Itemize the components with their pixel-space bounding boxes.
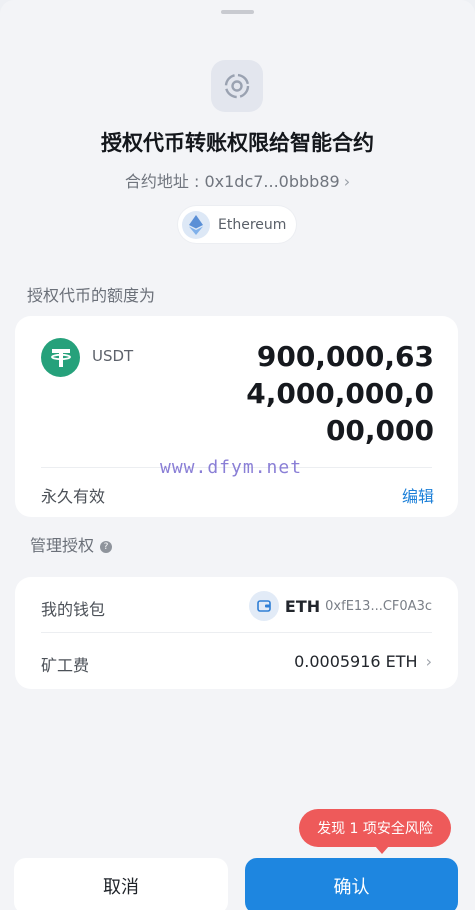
cancel-button[interactable]: 取消 bbox=[14, 858, 228, 910]
wallet-name: ETH bbox=[284, 596, 321, 616]
usdt-icon bbox=[41, 338, 80, 377]
drag-handle[interactable] bbox=[221, 10, 254, 14]
watermark: www.dfym.net bbox=[160, 457, 303, 478]
security-risk-badge[interactable]: 发现 1 项安全风险 bbox=[299, 809, 451, 847]
divider bbox=[41, 632, 432, 633]
wallet-selector[interactable]: ETH 0xfE13...CF0A3c bbox=[248, 591, 432, 621]
chevron-right-icon: › bbox=[343, 172, 351, 191]
fee-selector[interactable]: 0.0005916 ETH › bbox=[294, 652, 432, 671]
page-title: 授权代币转账权限给智能合约 bbox=[101, 131, 374, 155]
fee-value: 0.0005916 ETH bbox=[294, 652, 418, 671]
risk-badge-pointer bbox=[375, 846, 389, 854]
contract-address-text: 合约地址 : 0x1dc7...0bbb89 bbox=[124, 172, 340, 191]
approval-sheet: 授权代币转账权限给智能合约 合约地址 : 0x1dc7...0bbb89 › Et… bbox=[0, 0, 475, 910]
allowance-section-label: 授权代币的额度为 bbox=[27, 286, 156, 305]
token-symbol: USDT bbox=[92, 347, 134, 365]
allowance-amount: 900,000,634,000,000,000,000 bbox=[246, 340, 434, 447]
chain-badge: Ethereum bbox=[178, 206, 296, 243]
dapp-icon bbox=[211, 60, 263, 112]
manage-card: 我的钱包 ETH 0xfE13...CF0A3c 矿工费 0.0005916 E… bbox=[15, 577, 458, 689]
duration-label: 永久有效 bbox=[41, 487, 106, 506]
edit-button[interactable]: 编辑 bbox=[402, 483, 434, 507]
manage-section-text: 管理授权 bbox=[30, 536, 95, 555]
fee-label: 矿工费 bbox=[41, 656, 90, 675]
help-icon[interactable]: ? bbox=[100, 541, 113, 553]
contract-address[interactable]: 合约地址 : 0x1dc7...0bbb89 › bbox=[0, 168, 475, 192]
chain-name: Ethereum bbox=[218, 216, 287, 233]
wallet-label: 我的钱包 bbox=[41, 600, 106, 619]
wallet-address: 0xfE13...CF0A3c bbox=[325, 598, 432, 614]
allowance-card: USDT 900,000,634,000,000,000,000 永久有效 编辑 bbox=[15, 316, 458, 517]
confirm-button[interactable]: 确认 bbox=[245, 858, 458, 910]
chevron-right-icon: › bbox=[425, 652, 432, 671]
ethereum-icon bbox=[182, 210, 210, 239]
manage-section-label: 管理授权? bbox=[30, 532, 113, 556]
wallet-icon bbox=[248, 591, 279, 621]
